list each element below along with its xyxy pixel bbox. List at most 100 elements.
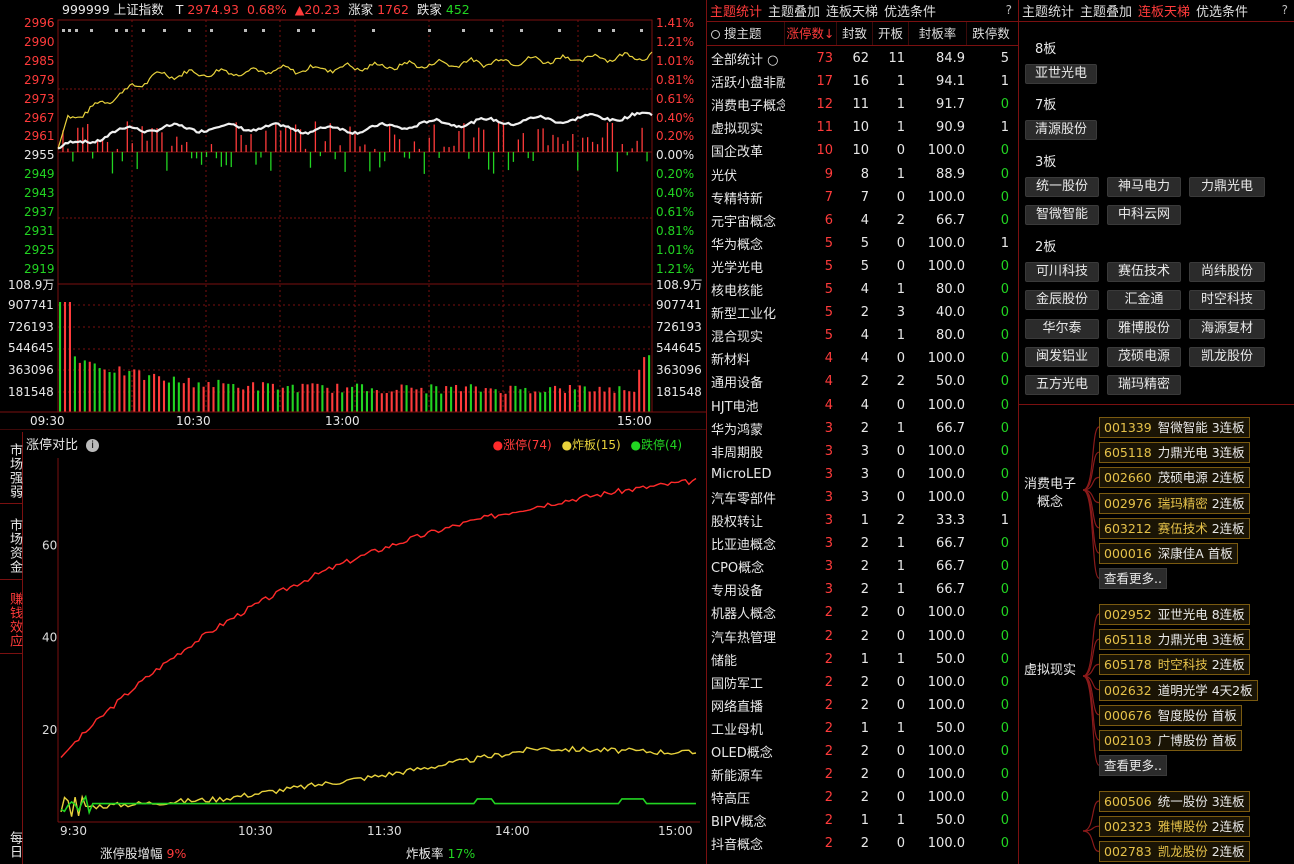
ladder-stock-button[interactable]: 海源复材 [1189, 318, 1265, 339]
theme-row[interactable]: 股权转让 3 1 2 33.3 1 [707, 509, 1018, 532]
theme-row[interactable]: 网络直播 2 2 0 100.0 0 [707, 694, 1018, 717]
view-more-button[interactable]: 查看更多.. [1099, 755, 1167, 777]
theme-row[interactable]: 华为概念 5 5 0 100.0 1 [707, 232, 1018, 255]
tab-preferred-conditions-right[interactable]: 优选条件 [1193, 1, 1251, 20]
ladder-stock-button[interactable]: 雅博股份 [1107, 318, 1181, 339]
ladder-stock-button[interactable]: 亚世光电 [1025, 64, 1097, 84]
tree-stock-item[interactable]: 605118 力鼎光电 3连板 [1099, 629, 1250, 651]
theme-name: 汽车热管理 [711, 630, 777, 646]
theme-row[interactable]: HJT电池 4 4 0 100.0 0 [707, 394, 1018, 417]
tab-theme-overlay[interactable]: 主题叠加 [765, 1, 823, 20]
ladder-stock-button[interactable]: 尚纬股份 [1189, 262, 1265, 282]
ladder-stock-button[interactable]: 中科云网 [1107, 205, 1181, 226]
theme-row[interactable]: 汽车零部件 3 3 0 100.0 0 [707, 486, 1018, 509]
theme-row[interactable]: 核电核能 5 4 1 80.0 0 [707, 278, 1018, 301]
theme-row[interactable]: BIPV概念 2 1 1 50.0 0 [707, 809, 1018, 832]
intraday-chart[interactable] [0, 0, 706, 430]
tree-stock-item[interactable]: 603212 赛伍技术 2连板 [1099, 517, 1250, 539]
theme-row[interactable]: OLED概念 2 2 0 100.0 0 [707, 740, 1018, 763]
col-sealed[interactable]: 封致 [837, 22, 873, 45]
theme-row[interactable]: 新型工业化 5 2 3 40.0 0 [707, 301, 1018, 324]
theme-row[interactable]: 光学光电 5 5 0 100.0 0 [707, 255, 1018, 278]
ladder-stock-button[interactable]: 统一股份 [1025, 177, 1099, 197]
help-icon-right[interactable]: ? [1282, 3, 1288, 17]
help-icon[interactable]: ? [1006, 3, 1012, 17]
theme-row[interactable]: 元宇宙概念 6 4 2 66.7 0 [707, 209, 1018, 232]
ladder-stock-button[interactable]: 五方光电 [1025, 375, 1099, 396]
col-limit-up-count[interactable]: 涨停数↓ [785, 22, 837, 45]
ladder-stock-button[interactable]: 力鼎光电 [1189, 177, 1265, 197]
theme-row[interactable]: 活跃小盘非融 17 16 1 94.1 1 [707, 70, 1018, 93]
tab-limit-ladder[interactable]: 连板天梯 [823, 1, 881, 20]
view-more-button[interactable]: 查看更多.. [1099, 568, 1167, 590]
search-theme-input[interactable]: 搜主题 [707, 22, 785, 45]
tree-stock-item[interactable]: 002952 亚世光电 8连板 [1099, 604, 1250, 625]
theme-row[interactable]: 新能源车 2 2 0 100.0 0 [707, 763, 1018, 786]
tree-stock-item[interactable]: 002660 茂硕电源 2连板 [1099, 467, 1250, 489]
tree-stock-item[interactable]: 605118 力鼎光电 3连板 [1099, 442, 1250, 464]
ladder-stock-button[interactable]: 赛伍技术 [1107, 262, 1181, 282]
ladder-stock-button[interactable]: 瑞玛精密 [1107, 375, 1181, 396]
ladder-stock-button[interactable]: 茂硕电源 [1107, 346, 1181, 367]
tree-stock-item[interactable]: 605178 时空科技 2连板 [1099, 654, 1250, 676]
ladder-stock-button[interactable]: 智微智能 [1025, 205, 1099, 226]
x-tick-label: 10:30 [238, 824, 273, 838]
theme-row[interactable]: 工业母机 2 1 1 50.0 0 [707, 717, 1018, 740]
ladder-stock-button[interactable]: 神马电力 [1107, 177, 1181, 197]
ladder-stock-button[interactable]: 可川科技 [1025, 262, 1099, 282]
tab-theme-overlay-right[interactable]: 主题叠加 [1077, 1, 1135, 20]
theme-row[interactable]: 特高压 2 2 0 100.0 0 [707, 786, 1018, 809]
theme-row[interactable]: 汽车热管理 2 2 0 100.0 0 [707, 625, 1018, 648]
theme-row[interactable]: MicroLED 3 3 0 100.0 0 [707, 463, 1018, 486]
theme-row[interactable]: 华为鸿蒙 3 2 1 66.7 0 [707, 417, 1018, 440]
ladder-stock-button[interactable]: 汇金通 [1107, 290, 1181, 311]
ladder-stock-button[interactable]: 金辰股份 [1025, 290, 1099, 311]
ladder-stock-button[interactable]: 时空科技 [1189, 290, 1265, 311]
theme-row[interactable]: CPO概念 3 2 1 66.7 0 [707, 555, 1018, 578]
stock-board: 2连板 [1211, 470, 1245, 486]
tree-stock-item[interactable]: 002783 凯龙股份 2连板 [1099, 841, 1250, 863]
theme-row[interactable]: 比亚迪概念 3 2 1 66.7 0 [707, 532, 1018, 555]
theme-row[interactable]: 机器人概念 2 2 0 100.0 0 [707, 601, 1018, 624]
tab-theme-stats-right[interactable]: 主题统计 [1019, 1, 1077, 20]
theme-cell: 0 [1000, 328, 1009, 344]
theme-row[interactable]: 国企改革 10 10 0 100.0 0 [707, 139, 1018, 162]
ladder-stock-button[interactable]: 清源股份 [1025, 120, 1097, 140]
theme-row[interactable]: 抖音概念 2 2 0 100.0 0 [707, 832, 1018, 855]
limit-compare-chart[interactable]: 60 40 20 9:30 10:30 11:30 14:00 15:00 [0, 430, 706, 864]
theme-name: 新材料 [711, 353, 751, 369]
tree-stock-item[interactable]: 001339 智微智能 3连板 [1099, 417, 1250, 438]
tab-theme-stats[interactable]: 主题统计 [707, 1, 765, 20]
theme-cell: 2 [860, 305, 869, 321]
ladder-stock-button[interactable]: 华尔泰 [1025, 318, 1099, 339]
ladder-stock-button[interactable]: 凯龙股份 [1189, 346, 1265, 367]
tree-stock-item[interactable]: 000016 深康佳A 首板 [1099, 543, 1238, 564]
theme-cell: 0 [896, 767, 905, 783]
tree-stock-item[interactable]: 002976 瑞玛精密 2连板 [1099, 492, 1250, 514]
tab-preferred-conditions[interactable]: 优选条件 [881, 1, 939, 20]
tree-stock-item[interactable]: 002632 道明光学 4天2板 [1099, 679, 1258, 701]
theme-row[interactable]: 新材料 4 4 0 100.0 0 [707, 347, 1018, 370]
theme-row[interactable]: 虚拟现实 11 10 1 90.9 1 [707, 116, 1018, 139]
theme-row[interactable]: 专精特新 7 7 0 100.0 0 [707, 186, 1018, 209]
theme-row[interactable]: 储能 2 1 1 50.0 0 [707, 648, 1018, 671]
tree-stock-item[interactable]: 002103 广博股份 首板 [1099, 730, 1242, 751]
theme-row[interactable]: 非周期股 3 3 0 100.0 0 [707, 440, 1018, 463]
event-dot [612, 29, 615, 32]
theme-row[interactable]: 专用设备 3 2 1 66.7 0 [707, 578, 1018, 601]
col-opened[interactable]: 开板 [873, 22, 909, 45]
col-limit-down-count[interactable]: 跌停数 [967, 22, 1015, 45]
theme-row[interactable]: 通用设备 4 2 2 50.0 0 [707, 370, 1018, 393]
theme-cell: 50.0 [936, 651, 965, 667]
col-seal-rate[interactable]: 封板率 [909, 22, 967, 45]
theme-row[interactable]: 国防军工 2 2 0 100.0 0 [707, 671, 1018, 694]
tree-stock-item[interactable]: 002323 雅博股份 2连板 [1099, 816, 1250, 838]
theme-row[interactable]: 全部统计 ○ 73 62 11 84.9 5 [707, 47, 1018, 70]
ladder-stock-button[interactable]: 闽发铝业 [1025, 346, 1099, 367]
tab-limit-ladder-right[interactable]: 连板天梯 [1135, 1, 1193, 20]
tree-stock-item[interactable]: 600506 统一股份 3连板 [1099, 791, 1250, 812]
theme-row[interactable]: 混合现实 5 4 1 80.0 0 [707, 324, 1018, 347]
tree-stock-item[interactable]: 000676 智度股份 首板 [1099, 704, 1242, 726]
theme-row[interactable]: 消费电子概念 12 11 1 91.7 0 [707, 93, 1018, 116]
theme-row[interactable]: 光伏 9 8 1 88.9 0 [707, 163, 1018, 186]
